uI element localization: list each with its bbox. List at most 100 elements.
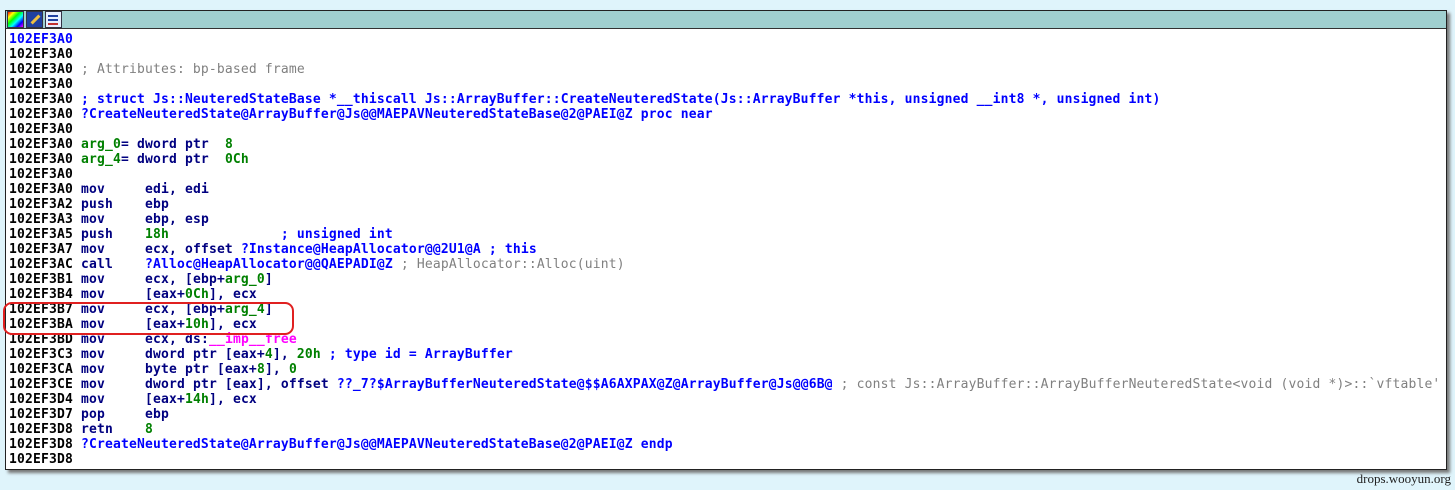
symbol-name[interactable]: ?Instance@HeapAllocator@@2U1@A bbox=[241, 242, 481, 257]
operand: ecx, [ebp+ bbox=[144, 272, 225, 287]
code-line[interactable]: 102EF3D8 bbox=[9, 452, 1446, 467]
line-address: 102EF3D8 bbox=[9, 437, 73, 452]
code-line[interactable]: 102EF3A0 bbox=[9, 47, 1446, 62]
disassembly-window: 102EF3A0 102EF3A0 102EF3A0 ; Attributes: b… bbox=[5, 10, 1447, 470]
window-toolbar bbox=[6, 11, 1446, 29]
symbol-name[interactable]: ?CreateNeuteredState@ArrayBuffer@Js@@MAE… bbox=[73, 437, 673, 452]
symbol-name[interactable]: ??_7?$ArrayBufferNeuteredState@$$A6AXPAX… bbox=[337, 377, 833, 392]
line-address: 102EF3A0 bbox=[9, 167, 73, 182]
code-line[interactable]: 102EF3B1 mov ecx, [ebp+arg_0] bbox=[9, 272, 1446, 287]
operand: dword ptr [eax+ bbox=[144, 347, 265, 362]
operand: dword ptr [eax], offset bbox=[144, 377, 337, 392]
code-line[interactable]: 102EF3D8 ?CreateNeuteredState@ArrayBuffe… bbox=[9, 437, 1446, 452]
operand: [eax+ bbox=[144, 287, 185, 302]
numeric-operand: 4 bbox=[264, 347, 273, 362]
operand: ] bbox=[264, 272, 273, 287]
line-address: 102EF3A0 bbox=[9, 92, 73, 107]
comment: ; const Js::ArrayBuffer::ArrayBufferNeut… bbox=[832, 377, 1441, 392]
line-address: 102EF3D8 bbox=[9, 422, 73, 437]
line-address: 102EF3A2 bbox=[9, 197, 73, 212]
mnemonic: mov bbox=[72, 272, 145, 287]
line-address: 102EF3A0 bbox=[9, 182, 73, 197]
line-address: 102EF3CA bbox=[9, 362, 73, 377]
code-line[interactable]: 102EF3CA mov byte ptr [eax+8], 0 bbox=[9, 362, 1446, 377]
mnemonic: pop bbox=[72, 407, 145, 422]
numeric-operand: 20h bbox=[296, 347, 321, 362]
line-address: 102EF3CE bbox=[9, 377, 73, 392]
code-line[interactable]: 102EF3D7 pop ebp bbox=[9, 407, 1446, 422]
operand: ebp, esp bbox=[144, 212, 209, 227]
code-line[interactable]: 102EF3A0 bbox=[9, 32, 1446, 47]
edit-pencil-icon[interactable] bbox=[26, 11, 43, 28]
operand: ebp bbox=[144, 197, 169, 212]
operand: ], bbox=[264, 362, 289, 377]
line-address: 102EF3D7 bbox=[9, 407, 73, 422]
line-address: 102EF3A0 bbox=[9, 137, 73, 152]
symbol-name[interactable]: ?CreateNeuteredState@ArrayBuffer@Js@@MAE… bbox=[73, 107, 713, 122]
operand: [eax+ bbox=[144, 392, 185, 407]
comment: ; Attributes: bp-based frame bbox=[72, 62, 305, 77]
line-address: 102EF3D4 bbox=[9, 392, 73, 407]
code-line[interactable]: 102EF3B4 mov [eax+0Ch], ecx bbox=[9, 287, 1446, 302]
mnemonic: mov bbox=[72, 347, 145, 362]
numeric-operand: arg_0 bbox=[224, 272, 265, 287]
symbol-name[interactable]: ; struct Js::NeuteredStateBase *__thisca… bbox=[73, 92, 1161, 107]
numeric-operand: 0Ch bbox=[224, 152, 249, 167]
operand: ], ecx bbox=[208, 287, 257, 302]
mnemonic: mov bbox=[72, 362, 145, 377]
symbol-name[interactable]: ?Alloc@HeapAllocator@@QAEPADI@Z bbox=[145, 257, 393, 272]
code-line[interactable]: 102EF3A0 arg_0= dword ptr 8 bbox=[9, 137, 1446, 152]
line-address: 102EF3A0 bbox=[9, 122, 73, 137]
line-address: 102EF3A5 bbox=[9, 227, 73, 242]
numeric-operand: 8 bbox=[224, 137, 233, 152]
numeric-operand: 0Ch bbox=[184, 287, 209, 302]
mnemonic: mov bbox=[72, 392, 145, 407]
code-line[interactable]: 102EF3A0 mov edi, edi bbox=[9, 182, 1446, 197]
code-line[interactable]: 102EF3A0 bbox=[9, 167, 1446, 182]
line-address: 102EF3B1 bbox=[9, 272, 73, 287]
numeric-operand: 14h bbox=[184, 392, 209, 407]
operand: ecx, offset bbox=[144, 242, 241, 257]
code-line[interactable]: 102EF3A5 push 18h ; unsigned int bbox=[9, 227, 1446, 242]
comment: ; type id = ArrayBuffer bbox=[320, 347, 513, 362]
numeric-operand: 0 bbox=[288, 362, 297, 377]
numeric-operand: arg_0 bbox=[72, 137, 121, 152]
code-line[interactable]: 102EF3A3 mov ebp, esp bbox=[9, 212, 1446, 227]
line-address: 102EF3A3 bbox=[9, 212, 73, 227]
code-line[interactable]: 102EF3C3 mov dword ptr [eax+4], 20h ; ty… bbox=[9, 347, 1446, 362]
code-line[interactable]: 102EF3A0 ; Attributes: bp-based frame bbox=[9, 62, 1446, 77]
code-line[interactable]: 102EF3A0 ?CreateNeuteredState@ArrayBuffe… bbox=[9, 107, 1446, 122]
code-line[interactable]: 102EF3AC call ?Alloc@HeapAllocator@@QAEP… bbox=[9, 257, 1446, 272]
highlight-annotation bbox=[3, 302, 294, 335]
mnemonic: call bbox=[72, 257, 145, 272]
graph-view-icon[interactable] bbox=[45, 11, 62, 28]
line-address: 102EF3A0 bbox=[9, 152, 73, 167]
line-address: 102EF3A0 bbox=[9, 47, 73, 62]
line-address: 102EF3D8 bbox=[9, 452, 73, 467]
mnemonic: push bbox=[72, 227, 145, 242]
code-line[interactable]: 102EF3A0 bbox=[9, 77, 1446, 92]
color-palette-icon[interactable] bbox=[7, 11, 24, 28]
numeric-operand: 18h bbox=[144, 227, 169, 242]
mnemonic: push bbox=[72, 197, 145, 212]
line-address: 102EF3AC bbox=[9, 257, 73, 272]
code-line[interactable]: 102EF3A7 mov ecx, offset ?Instance@HeapA… bbox=[9, 242, 1446, 257]
code-line[interactable]: 102EF3D8 retn 8 bbox=[9, 422, 1446, 437]
code-line[interactable]: 102EF3CE mov dword ptr [eax], offset ??_… bbox=[9, 377, 1446, 392]
disassembly-listing[interactable]: 102EF3A0 102EF3A0 102EF3A0 ; Attributes: b… bbox=[9, 32, 1446, 467]
code-line[interactable]: 102EF3A2 push ebp bbox=[9, 197, 1446, 212]
numeric-operand: arg_4 bbox=[72, 152, 121, 167]
operand: ebp bbox=[144, 407, 169, 422]
line-address: 102EF3A0 bbox=[9, 107, 73, 122]
numeric-operand: 8 bbox=[256, 362, 265, 377]
operand: = dword ptr bbox=[120, 152, 225, 167]
code-line[interactable]: 102EF3A0 arg_4= dword ptr 0Ch bbox=[9, 152, 1446, 167]
line-address: 102EF3A0 bbox=[9, 77, 73, 92]
line-address: 102EF3B4 bbox=[9, 287, 73, 302]
code-line[interactable]: 102EF3D4 mov [eax+14h], ecx bbox=[9, 392, 1446, 407]
operand: = dword ptr bbox=[120, 137, 225, 152]
numeric-operand: 8 bbox=[144, 422, 153, 437]
code-line[interactable]: 102EF3A0 bbox=[9, 122, 1446, 137]
code-line[interactable]: 102EF3A0 ; struct Js::NeuteredStateBase … bbox=[9, 92, 1446, 107]
comment: ; HeapAllocator::Alloc(uint) bbox=[392, 257, 625, 272]
